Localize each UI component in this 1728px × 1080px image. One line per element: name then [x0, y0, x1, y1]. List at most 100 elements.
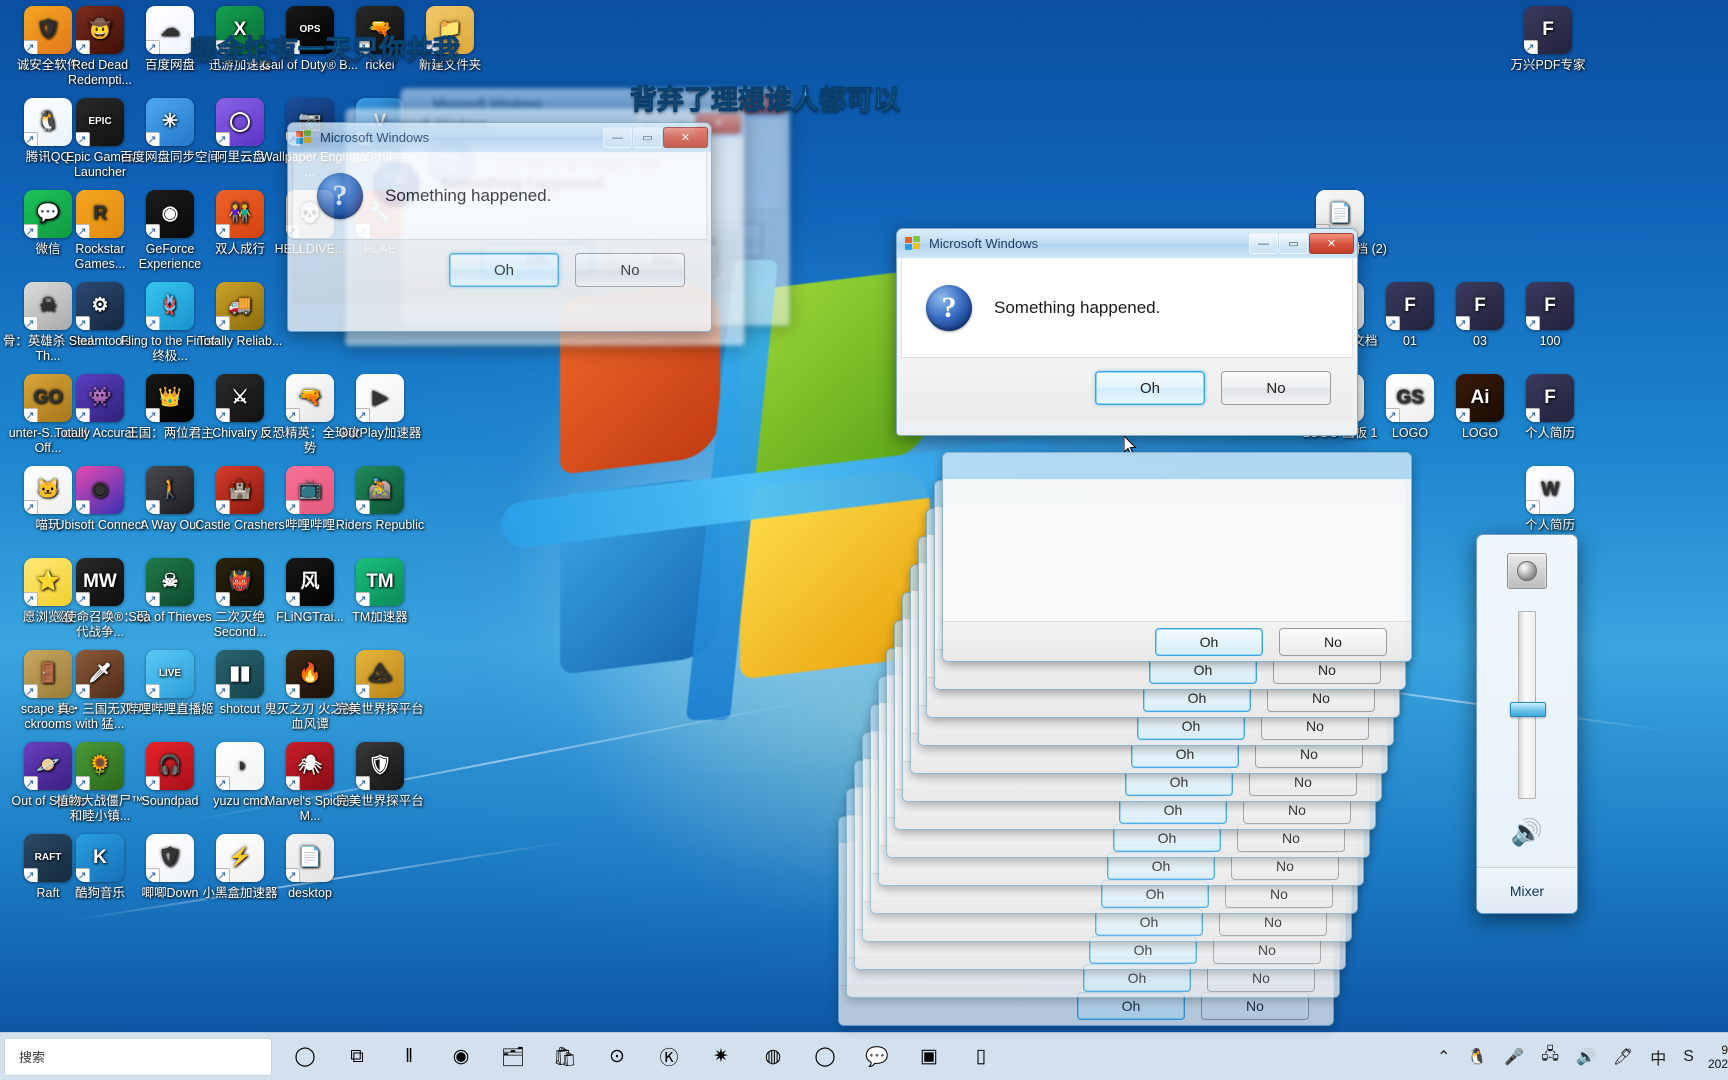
steam-icon[interactable]: ⊙ — [604, 1044, 630, 1070]
oh-button[interactable]: Oh — [1155, 627, 1263, 656]
desktop[interactable]: 🛡 ↗ 诚安全软件 🤠 ↗ Red Dead Redempti... ☁ ↗ 百度网盘 X ↗ 迅游加… — [0, 0, 1728, 1080]
app-icon: 🏔 ↗ — [356, 650, 404, 698]
shortcut-arrow-icon: ↗ — [1524, 40, 1538, 54]
shortcut-arrow-icon: ↗ — [286, 500, 300, 514]
app-icon: F ↗ — [1526, 374, 1574, 422]
main-dialog[interactable]: Microsoft Windows — ▭ ✕ ? Something happ… — [896, 228, 1358, 436]
app-icon: 🌻 ↗ — [76, 742, 124, 790]
desktop-icon[interactable]: 🛡 ↗ 完美世界探平台 — [332, 742, 428, 809]
chrome-icon[interactable]: ◯ — [812, 1044, 838, 1070]
oh-button[interactable]: Oh — [1095, 371, 1205, 405]
app-icon: 🚚 ↗ — [216, 282, 264, 330]
shortcut-arrow-icon: ↗ — [76, 132, 90, 146]
app-icon[interactable]: ▯ — [968, 1044, 994, 1070]
taskbar[interactable]: 搜索 ◯ ⧉ ‖ ◉ 🗂 🛍 ⊙ Ⓚ ✷ ◍ ◯ 💬 ▣ ▯ ⌃ 🐧 🎤 🖧 🔊 🖊 中 S 9 202 — [0, 1032, 1728, 1080]
microphone-icon[interactable]: 🎤 — [1504, 1047, 1524, 1067]
shortcut-arrow-icon: ↗ — [76, 316, 90, 330]
shortcut-arrow-icon: ↗ — [1456, 408, 1470, 422]
app-icon: Ai ↗ — [1456, 374, 1504, 422]
shortcut-arrow-icon: ↗ — [24, 408, 38, 422]
shortcut-arrow-icon: ↗ — [216, 316, 230, 330]
sogou-icon[interactable]: S — [1683, 1048, 1694, 1066]
app-icon: ☁ ↗ — [146, 6, 194, 54]
app-icon: F ↗ — [1524, 6, 1572, 54]
taskbar-app-icons: ◯ ⧉ ‖ ◉ 🗂 🛍 ⊙ Ⓚ ✷ ◍ ◯ 💬 ▣ ▯ — [292, 1044, 994, 1070]
maximize-button[interactable]: ▭ — [1279, 233, 1308, 254]
settings-icon[interactable]: ✷ — [708, 1044, 734, 1070]
shortcut-arrow-icon: ↗ — [76, 500, 90, 514]
search-input[interactable]: 搜索 — [4, 1037, 272, 1076]
show-hidden-icons[interactable]: ⌃ — [1437, 1047, 1450, 1067]
desktop-icon[interactable]: 🚵 ↗ Riders Republic — [332, 466, 428, 533]
app-icon: K ↗ — [76, 834, 124, 882]
desktop-icon[interactable]: F ↗ 万兴PDF专家 — [1500, 6, 1596, 73]
app-icon: 🔥 ↗ — [286, 650, 334, 698]
app-icon: ⚙ ↗ — [76, 282, 124, 330]
clock[interactable]: 9 202 — [1708, 1043, 1728, 1071]
shortcut-arrow-icon: ↗ — [216, 592, 230, 606]
app-icon: ◑ ↗ — [216, 742, 264, 790]
desktop-icon[interactable]: 🏔 ↗ 完美世界探平台 — [332, 650, 428, 717]
no-button[interactable]: No — [575, 253, 685, 287]
mixer-link[interactable]: Mixer — [1477, 867, 1577, 913]
app-icon: 🚶 ↗ — [146, 466, 194, 514]
app-icon: MW ↗ — [76, 558, 124, 606]
no-button[interactable]: No — [1221, 371, 1331, 405]
desktop-icon[interactable]: 📄 ↗ desktop — [262, 834, 358, 901]
file-explorer-icon[interactable]: 🗂 — [500, 1044, 526, 1070]
volume-slider-track[interactable] — [1510, 611, 1546, 799]
volume-slider-thumb[interactable] — [1510, 702, 1546, 717]
app-icon: R ↗ — [76, 190, 124, 238]
shortcut-arrow-icon: ↗ — [146, 408, 160, 422]
copilot-icon[interactable]: ◯ — [292, 1044, 318, 1070]
pen-icon[interactable]: 🖊 — [1613, 1047, 1633, 1067]
volume-flyout[interactable]: 🔊 Mixer — [1476, 534, 1578, 914]
minimize-button[interactable]: — — [1249, 233, 1278, 254]
ime-indicator[interactable]: 中 — [1650, 1045, 1666, 1069]
shortcut-arrow-icon: ↗ — [146, 776, 160, 790]
app-icon: 🏰 ↗ — [216, 466, 264, 514]
app-icon: EPIC ↗ — [76, 98, 124, 146]
desktop-icon[interactable]: TM ↗ TM加速器 — [332, 558, 428, 625]
edge-icon[interactable]: ◉ — [448, 1044, 474, 1070]
browser-icon[interactable]: ◍ — [760, 1044, 786, 1070]
secondary-dialog[interactable]: Microsoft Windows — ▭ ✕ ? Something happ… — [287, 122, 712, 332]
minimize-button[interactable]: — — [603, 127, 632, 148]
no-button[interactable]: No — [1279, 627, 1387, 656]
network-icon[interactable]: 🖧 — [1541, 1043, 1559, 1070]
close-button[interactable]: ✕ — [663, 127, 708, 148]
shortcut-arrow-icon: ↗ — [146, 40, 160, 54]
app-icon: ☠ ↗ — [146, 558, 194, 606]
kugou-icon[interactable]: Ⓚ — [656, 1044, 682, 1070]
stacked-dialog[interactable]: Oh No — [942, 452, 1412, 662]
microsoft-store-icon[interactable]: 🛍 — [552, 1044, 578, 1070]
maximize-button[interactable]: ▭ — [633, 127, 662, 148]
shortcut-arrow-icon: ↗ — [1386, 316, 1400, 330]
qq-tray-icon[interactable]: 🐧 — [1467, 1047, 1487, 1067]
task-view-icon[interactable]: ⧉ — [344, 1044, 370, 1070]
desktop-icon-label: 完美世界探平台 — [336, 702, 424, 716]
desktop-icon[interactable]: 🚚 ↗ Totally Reliab... — [192, 282, 288, 349]
app-icon: 👑 ↗ — [146, 374, 194, 422]
desktop-icon[interactable]: F ↗ 个人简历 — [1502, 374, 1598, 441]
desktop-icon-label: 100 — [1539, 334, 1561, 348]
desktop-icon[interactable]: ▶ ↗ OurPlay加速器 — [332, 374, 428, 441]
wechat-icon[interactable]: 💬 — [864, 1044, 890, 1070]
app-icon: W ↗ — [1526, 466, 1574, 514]
app-icon: 风 ↗ — [286, 558, 334, 606]
desktop-icon[interactable]: F ↗ 100 — [1502, 282, 1598, 349]
close-button[interactable]: ✕ — [1309, 233, 1354, 254]
shortcut-arrow-icon: ↗ — [76, 776, 90, 790]
desktop-icon[interactable]: W ↗ 个人简历 — [1502, 466, 1598, 533]
wallpaper-engine-icon[interactable]: ▣ — [916, 1044, 942, 1070]
volume-icon[interactable]: 🔊 — [1576, 1047, 1596, 1067]
app-icon: ◉ ↗ — [76, 466, 124, 514]
shortcut-arrow-icon: ↗ — [24, 224, 38, 238]
widgets-icon[interactable]: ‖ — [396, 1044, 422, 1070]
oh-button[interactable]: Oh — [449, 253, 559, 287]
volume-mute-icon[interactable]: 🔊 — [1511, 817, 1543, 848]
app-icon: ◯ ↗ — [216, 98, 264, 146]
app-icon: 🤠 ↗ — [76, 6, 124, 54]
app-icon: 🗡 ↗ — [76, 650, 124, 698]
shortcut-arrow-icon: ↗ — [146, 500, 160, 514]
